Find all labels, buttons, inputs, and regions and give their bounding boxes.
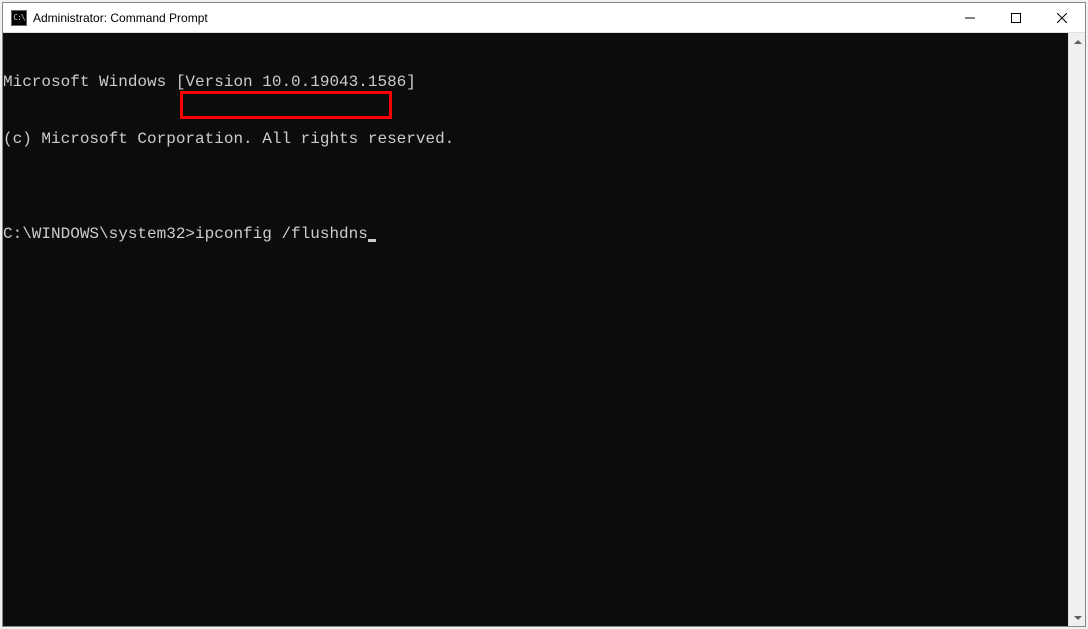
typed-command: ipconfig /flushdns [195, 225, 368, 243]
minimize-button[interactable] [947, 3, 993, 32]
vertical-scrollbar[interactable] [1068, 33, 1085, 626]
prompt-path: C:\WINDOWS\system32> [3, 225, 195, 243]
text-cursor [368, 239, 376, 242]
maximize-button[interactable] [993, 3, 1039, 32]
terminal-area[interactable]: Microsoft Windows [Version 10.0.19043.15… [3, 33, 1085, 626]
window-title: Administrator: Command Prompt [33, 11, 208, 25]
titlebar[interactable]: C:\ Administrator: Command Prompt [3, 3, 1085, 33]
command-prompt-window: C:\ Administrator: Command Prompt Micros… [2, 2, 1086, 627]
scroll-down-arrow[interactable] [1069, 609, 1086, 626]
app-icon: C:\ [11, 10, 27, 26]
chevron-up-icon [1074, 40, 1082, 44]
maximize-icon [1011, 13, 1021, 23]
close-button[interactable] [1039, 3, 1085, 32]
copyright-line: (c) Microsoft Corporation. All rights re… [3, 130, 1085, 149]
window-controls [947, 3, 1085, 32]
close-icon [1057, 13, 1067, 23]
prompt-line: C:\WINDOWS\system32>ipconfig /flushdns [3, 225, 1085, 244]
highlight-box [180, 91, 392, 119]
scroll-up-arrow[interactable] [1069, 33, 1086, 50]
cmd-icon: C:\ [13, 14, 24, 22]
minimize-icon [965, 13, 975, 23]
version-line: Microsoft Windows [Version 10.0.19043.15… [3, 73, 1085, 92]
chevron-down-icon [1074, 616, 1082, 620]
